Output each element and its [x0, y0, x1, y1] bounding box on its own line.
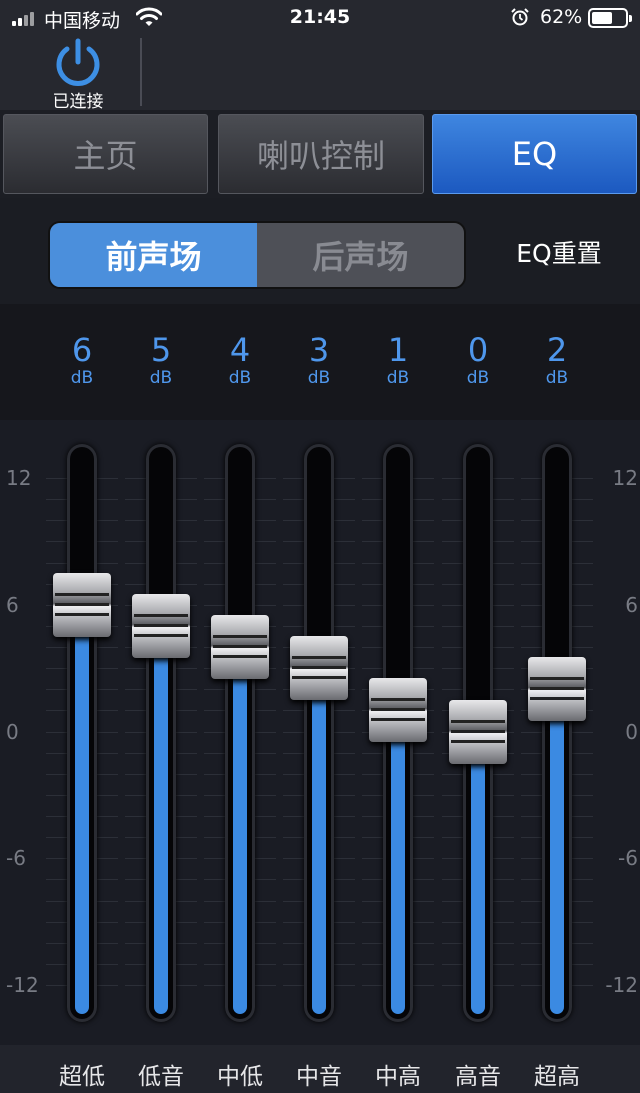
eq-slider-track[interactable]: [304, 444, 334, 1022]
eq-slider-fill: [233, 647, 247, 1014]
eq-slider-handle[interactable]: [290, 636, 348, 701]
eq-reset-button[interactable]: EQ重置: [500, 234, 618, 270]
scale-label-right: -6: [618, 846, 638, 871]
tab-eq[interactable]: EQ: [432, 114, 637, 194]
db-readouts: 6 dB 5 dB 4 dB 3 dB 1 dB 0 dB 2 dB: [0, 304, 640, 420]
status-bar: 中国移动 21:45 62%: [0, 0, 640, 36]
db-readout: 6 dB: [52, 332, 112, 388]
power-icon[interactable]: [52, 38, 104, 88]
alarm-icon: [511, 8, 529, 26]
scale-label-right: 0: [625, 719, 638, 744]
db-unit: dB: [70, 368, 94, 388]
scale-label-left: 6: [6, 592, 19, 617]
eq-slider-fill: [471, 731, 485, 1014]
eq-slider-fill: [550, 689, 564, 1014]
band-label: 中音: [296, 1064, 342, 1090]
db-readout: 2 dB: [527, 332, 587, 388]
eq-slider-fill: [391, 710, 405, 1014]
db-value: 2: [546, 331, 568, 369]
db-value: 3: [308, 331, 330, 369]
scale-label-right: -12: [605, 973, 638, 997]
eq-slider-handle[interactable]: [528, 657, 586, 722]
eq-slider-fill: [312, 668, 326, 1014]
db-readout: 0 dB: [448, 332, 508, 388]
sound-field-selector: 前声场 后声场: [48, 221, 466, 289]
band-label: 中低: [217, 1064, 263, 1090]
battery-percent: 62%: [540, 6, 583, 28]
db-unit: dB: [545, 368, 569, 388]
eq-slider-track[interactable]: [542, 444, 572, 1022]
scale-label-left: -6: [6, 846, 26, 871]
connection-status: 已连接: [52, 92, 104, 112]
scale-label-left: -12: [6, 973, 39, 997]
front-sound-field-button[interactable]: 前声场: [50, 223, 257, 287]
db-unit: dB: [307, 368, 331, 388]
db-value: 5: [150, 331, 172, 369]
scale-label-left: 0: [6, 719, 19, 744]
db-value: 0: [467, 331, 489, 369]
scale-label-right: 6: [625, 592, 638, 617]
tab-speaker-control[interactable]: 喇叭控制: [218, 114, 424, 194]
db-readout: 1 dB: [368, 332, 428, 388]
db-unit: dB: [386, 368, 410, 388]
db-readout: 3 dB: [289, 332, 349, 388]
eq-slider-handle[interactable]: [211, 615, 269, 679]
eq-slider-fill: [154, 625, 168, 1014]
battery-fill: [592, 12, 612, 24]
eq-slider-fill: [75, 604, 89, 1014]
band-label: 中高: [375, 1064, 421, 1090]
eq-slider-track[interactable]: [67, 444, 97, 1022]
db-unit: dB: [228, 368, 252, 388]
db-unit: dB: [149, 368, 173, 388]
band-label: 超低: [59, 1064, 105, 1090]
db-value: 4: [229, 331, 251, 369]
db-value: 6: [71, 331, 93, 369]
tab-home[interactable]: 主页: [3, 114, 208, 194]
db-readout: 4 dB: [210, 332, 270, 388]
main-tabs: 主页 喇叭控制 EQ: [0, 110, 640, 198]
band-label: 高音: [455, 1064, 501, 1090]
eq-slider-track[interactable]: [146, 444, 176, 1022]
db-unit: dB: [466, 368, 490, 388]
band-label: 低音: [138, 1064, 184, 1090]
rear-sound-field-button[interactable]: 后声场: [257, 223, 464, 287]
scale-label-left: 12: [6, 466, 32, 490]
eq-slider-handle[interactable]: [369, 678, 427, 743]
eq-slider-handle[interactable]: [132, 593, 190, 658]
db-value: 1: [387, 331, 409, 369]
db-readout: 5 dB: [131, 332, 191, 388]
band-label: 超高: [534, 1064, 580, 1090]
divider: [140, 38, 142, 106]
band-labels: 超低 低音 中低 中音 中高 高音 超高: [0, 1045, 640, 1093]
sound-field-row: 前声场 后声场 EQ重置: [0, 198, 640, 304]
scale-label-right: 12: [612, 466, 638, 490]
battery-icon: [588, 8, 632, 28]
eq-slider-panel: 12 12 6 6 0 0 -6 -6 -12 -12: [0, 420, 640, 1045]
eq-slider-handle[interactable]: [53, 572, 111, 637]
eq-slider-track[interactable]: [225, 444, 255, 1022]
connection-bar: 已连接: [0, 36, 640, 112]
eq-slider-handle[interactable]: [449, 699, 507, 764]
